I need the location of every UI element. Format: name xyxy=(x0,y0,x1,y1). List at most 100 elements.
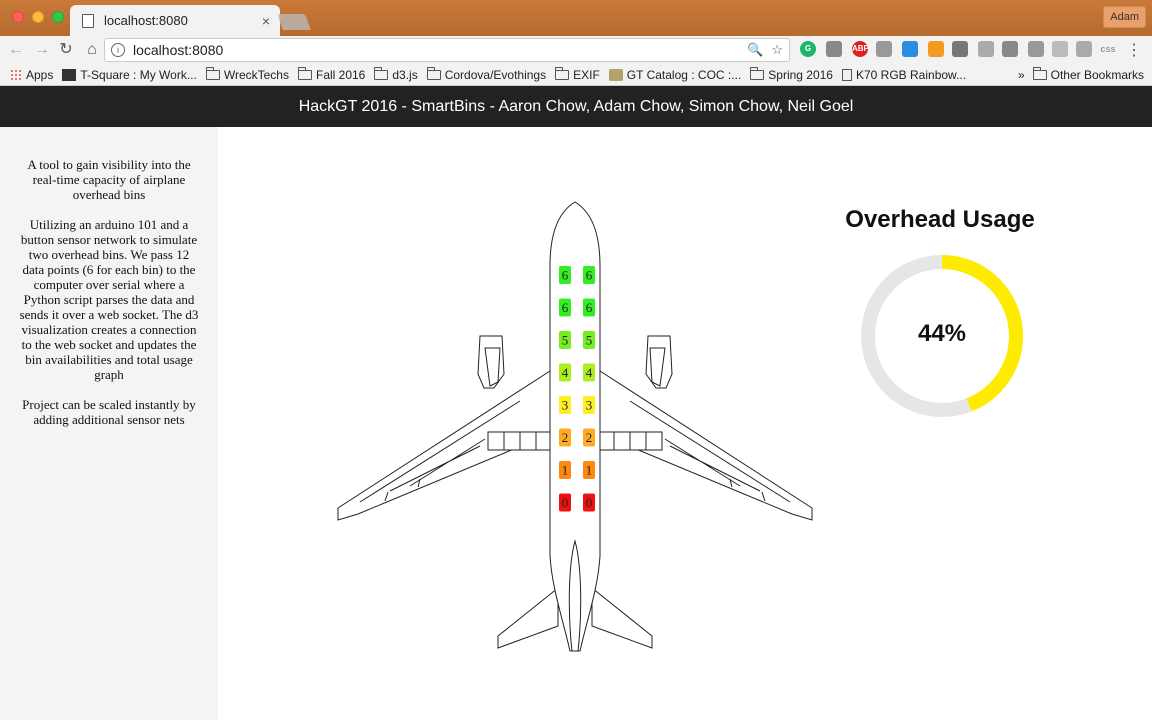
bookmark-star-icon[interactable]: ☆ xyxy=(771,42,783,58)
bookmark-cordova[interactable]: Cordova/Evothings xyxy=(426,66,546,82)
browser-titlebar: localhost:8080 × Adam xyxy=(0,0,1152,36)
usage-title: Overhead Usage xyxy=(845,206,1035,233)
window-extension-icon[interactable] xyxy=(1076,41,1092,57)
hubspot-extension-icon[interactable] xyxy=(928,41,944,57)
chat-extension-icon[interactable] xyxy=(952,41,968,57)
bin-right-4: 3 xyxy=(583,396,595,414)
more-bookmarks-chevron-icon[interactable]: » xyxy=(1018,68,1025,82)
bin-right-6: 1 xyxy=(583,461,595,479)
address-bar[interactable]: i localhost:8080 🔍 ☆ xyxy=(104,38,790,62)
bookmark-gt-catalog[interactable]: GT Catalog : COC :... xyxy=(608,68,741,82)
airplane-svg: 6 6 5 4 3 2 1 0 6 6 5 4 3 2 1 0 xyxy=(337,201,813,652)
browser-toolbar: ← → ↻ ⌂ i localhost:8080 🔍 ☆ G ABP css ⋮ xyxy=(0,36,1152,64)
bin-count-label: 3 xyxy=(586,398,593,413)
cast-extension-icon[interactable] xyxy=(826,41,842,57)
bin-count-label: 5 xyxy=(586,333,593,348)
bin-left-7: 0 xyxy=(559,493,571,512)
url-text[interactable]: localhost:8080 xyxy=(133,42,739,58)
bookmark-fall-2016[interactable]: Fall 2016 xyxy=(297,66,365,82)
browser-tab[interactable]: localhost:8080 × xyxy=(70,5,280,36)
bin-count-label: 4 xyxy=(562,365,569,380)
folder-icon xyxy=(297,66,312,80)
page-icon xyxy=(841,68,852,81)
bin-right-3: 4 xyxy=(583,363,595,382)
bin-count-label: 6 xyxy=(562,300,569,315)
bin-right-7: 0 xyxy=(583,493,595,512)
bookmark-wrecktechs[interactable]: WreckTechs xyxy=(205,66,289,82)
bookmarks-bar: Apps T-Square : My Work... WreckTechs Fa… xyxy=(0,64,1152,86)
info-icon[interactable]: i xyxy=(111,43,125,57)
more-menu-icon[interactable]: ⋮ xyxy=(1126,40,1142,60)
bin-left-3: 4 xyxy=(559,363,571,382)
description-paragraph: Utilizing an arduino 101 and a button se… xyxy=(19,217,199,382)
forward-arrow-icon[interactable]: → xyxy=(32,40,52,60)
airplane-diagram: 6 6 5 4 3 2 1 0 6 6 5 4 3 2 1 0 xyxy=(330,196,820,658)
bin-count-label: 1 xyxy=(562,463,569,478)
app-header: HackGT 2016 - SmartBins - Aaron Chow, Ad… xyxy=(0,86,1152,127)
close-icon[interactable]: × xyxy=(262,13,270,29)
bookmark-exif[interactable]: EXIF xyxy=(555,66,600,82)
bin-right-0: 6 xyxy=(583,266,595,284)
bin-count-label: 4 xyxy=(586,365,593,380)
adblock-extension-icon[interactable]: ABP xyxy=(852,41,869,57)
new-tab-button[interactable] xyxy=(277,14,311,30)
bin-left-2: 5 xyxy=(559,331,571,349)
folder-icon xyxy=(205,66,220,80)
back-arrow-icon[interactable]: ← xyxy=(6,40,26,60)
bin-left-5: 2 xyxy=(559,428,571,447)
right-tailplane xyxy=(591,586,653,649)
kit-extension-icon[interactable] xyxy=(1028,41,1044,57)
description-paragraph: Project can be scaled instantly by addin… xyxy=(22,397,196,427)
bin-count-label: 2 xyxy=(562,430,569,445)
zoom-icon[interactable]: 🔍 xyxy=(747,42,763,58)
tab-title: localhost:8080 xyxy=(104,13,188,28)
bin-left-6: 1 xyxy=(559,461,571,479)
bin-right-1: 6 xyxy=(583,298,595,317)
bookmark-other[interactable]: Other Bookmarks xyxy=(1032,67,1144,82)
cloud-extension-icon[interactable] xyxy=(902,41,918,57)
left-flap xyxy=(487,431,551,451)
folder-icon xyxy=(555,66,570,80)
bin-right-5: 2 xyxy=(583,428,595,447)
tsquare-icon xyxy=(62,68,77,81)
bin-count-label: 6 xyxy=(562,268,569,283)
maximize-window-button[interactable] xyxy=(52,11,64,23)
minimize-window-button[interactable] xyxy=(32,11,44,23)
folder-icon xyxy=(374,66,389,80)
bin-right-2: 5 xyxy=(583,331,595,349)
bin-left-4: 3 xyxy=(559,396,571,414)
right-flap xyxy=(599,431,663,451)
home-icon[interactable]: ⌂ xyxy=(82,40,102,60)
bin-count-label: 6 xyxy=(586,268,593,283)
bookmark-d3js[interactable]: d3.js xyxy=(374,66,418,82)
left-tailplane xyxy=(497,586,559,649)
bookmark-spring-2016[interactable]: Spring 2016 xyxy=(750,66,833,82)
bin-count-label: 3 xyxy=(562,398,569,413)
bin-count-label: 6 xyxy=(586,300,593,315)
profile-button[interactable]: Adam xyxy=(1103,6,1146,28)
bookmark-tsquare[interactable]: T-Square : My Work... xyxy=(62,68,197,82)
bin-count-label: 0 xyxy=(586,495,593,510)
bin-left-0: 6 xyxy=(559,266,571,284)
folder-icon xyxy=(426,66,441,80)
bookmark-apps[interactable]: Apps xyxy=(10,68,53,82)
page-extension-icon[interactable] xyxy=(1052,41,1068,57)
css-extension-icon[interactable]: css xyxy=(1100,41,1116,57)
inspect-extension-icon[interactable] xyxy=(1002,41,1018,57)
folder-icon xyxy=(1032,67,1047,80)
grammarly-extension-icon[interactable]: G xyxy=(800,41,816,57)
bin-count-label: 0 xyxy=(562,495,569,510)
page-icon xyxy=(82,13,94,28)
gt-icon xyxy=(608,68,623,81)
folder-icon xyxy=(750,66,765,80)
dev-extension-icon[interactable] xyxy=(978,41,994,57)
usage-percentage: 44% xyxy=(917,320,967,347)
bin-count-label: 5 xyxy=(562,333,569,348)
bin-count-label: 1 xyxy=(586,463,593,478)
bookmark-k70[interactable]: K70 RGB Rainbow... xyxy=(841,68,966,82)
translate-extension-icon[interactable] xyxy=(876,41,892,57)
bookmarks-right: » Other Bookmarks xyxy=(1018,64,1144,86)
bin-left-1: 6 xyxy=(559,298,571,317)
close-window-button[interactable] xyxy=(12,11,24,23)
reload-icon[interactable]: ↻ xyxy=(56,40,76,60)
